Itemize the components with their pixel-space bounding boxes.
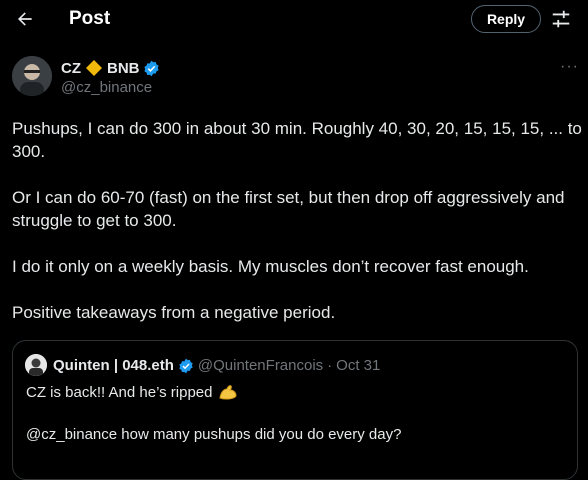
top-bar: Post Reply	[0, 0, 588, 40]
author-name-suffix[interactable]: BNB	[107, 60, 140, 77]
author-handle[interactable]: @cz_binance	[61, 79, 152, 96]
avatar[interactable]	[12, 56, 52, 96]
diamond-icon	[86, 60, 102, 76]
author-name[interactable]: CZ	[61, 60, 81, 77]
quoted-text-line1: CZ is back!! And he’s ripped	[26, 383, 238, 401]
quoted-text-line2: @cz_binance how many pushups did you do …	[26, 426, 402, 443]
reply-button[interactable]: Reply	[471, 5, 541, 33]
post-text: Pushups, I can do 300 in about 30 min. R…	[12, 119, 582, 322]
more-options-icon[interactable]: ···	[560, 58, 579, 76]
verified-badge-icon	[179, 358, 193, 373]
back-arrow-icon[interactable]	[12, 6, 38, 32]
quoted-header: Quinten | 048.eth @QuintenFrancois · Oct…	[53, 357, 380, 374]
settings-sliders-icon[interactable]	[550, 8, 572, 30]
quoted-author-name: Quinten | 048.eth	[53, 357, 174, 374]
quoted-post[interactable]: Quinten | 048.eth @QuintenFrancois · Oct…	[12, 340, 578, 480]
quoted-handle: @QuintenFrancois	[197, 357, 324, 374]
quoted-text: CZ is back!! And he’s ripped	[26, 383, 213, 401]
author-row: CZ BNB	[61, 58, 160, 78]
quoted-avatar	[25, 354, 47, 376]
dot-separator: ·	[327, 357, 333, 374]
verified-badge-icon	[143, 60, 159, 76]
flexed-biceps-icon	[218, 385, 237, 400]
quoted-date: Oct 31	[336, 357, 381, 374]
page-title: Post	[69, 8, 111, 29]
